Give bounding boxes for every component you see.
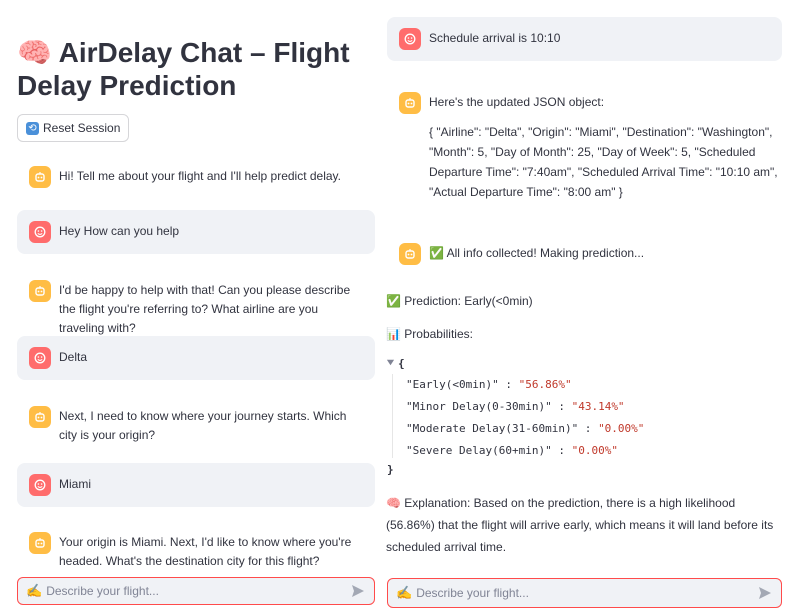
chat-message-user: Delta [17, 336, 375, 380]
message-text: ✅ All info collected! Making prediction.… [429, 246, 645, 260]
prediction-explanation: 🧠 Explanation: Based on the prediction, … [386, 496, 774, 554]
chat-message-assistant: Next, I need to know where your journey … [17, 400, 375, 451]
json-value: "56.86%" [518, 378, 572, 391]
json-close-brace: } [387, 463, 394, 476]
json-key: "Severe Delay(60+min)" [406, 444, 552, 457]
describe-flight-input[interactable] [46, 584, 350, 598]
robot-face-icon [29, 166, 51, 188]
caret-down-icon[interactable] [386, 358, 395, 367]
chat-message-user: Hey How can you help [17, 210, 375, 254]
message-text: Your origin is Miami. Next, I'd like to … [59, 535, 352, 568]
json-object-text: { "Airline": "Delta", "Origin": "Miami",… [429, 125, 778, 199]
smiley-face-icon [399, 28, 421, 50]
prediction-result: ✅ Prediction: Early(<0min) [386, 294, 533, 308]
smiley-face-icon [29, 347, 51, 369]
chat-message-assistant: Hi! Tell me about your flight and I'll h… [17, 160, 375, 194]
robot-face-icon [29, 406, 51, 428]
robot-face-icon [29, 280, 51, 302]
chat-message-assistant: Your origin is Miami. Next, I'd like to … [17, 526, 375, 577]
message-text: Hey How can you help [59, 224, 180, 238]
message-text: I'd be happy to help with that! Can you … [59, 283, 351, 335]
writing-hand-icon: ✍️ [396, 585, 413, 600]
json-value: "0.00%" [571, 444, 618, 457]
describe-flight-input[interactable] [416, 586, 757, 600]
smiley-face-icon [29, 474, 51, 496]
chat-message-assistant: I'd be happy to help with that! Can you … [17, 274, 375, 344]
refresh-icon: ⟲ [26, 121, 39, 135]
send-icon[interactable] [350, 583, 366, 599]
chat-message-user: Miami [17, 463, 375, 507]
json-key: "Early(<0min)" [406, 378, 499, 391]
json-open-brace: { [398, 357, 405, 370]
json-row: "Early(<0min)" : "56.86%" [406, 378, 572, 391]
json-value: "43.14%" [571, 400, 625, 413]
json-key: "Moderate Delay(31-60min)" [406, 422, 579, 435]
chat-message-assistant: ✅ All info collected! Making prediction.… [387, 241, 782, 267]
robot-face-icon [29, 532, 51, 554]
message-text: Miami [59, 477, 91, 491]
smiley-face-icon [29, 221, 51, 243]
left-chat-pane: 🧠 AirDelay Chat – Flight Delay Predictio… [0, 0, 380, 616]
json-row: "Moderate Delay(31-60min)" : "0.00%" [406, 422, 645, 435]
chat-input-right[interactable]: ✍️ [387, 578, 782, 608]
robot-face-icon [399, 92, 421, 114]
message-text: Schedule arrival is 10:10 [429, 31, 561, 45]
page-title: 🧠 AirDelay Chat – Flight Delay Predictio… [17, 37, 350, 101]
message-text: Here's the updated JSON object: [429, 95, 605, 109]
chat-message-user: Schedule arrival is 10:10 [387, 17, 782, 61]
chat-input-left[interactable]: ✍️ [17, 577, 375, 605]
json-indent-rule [392, 374, 393, 458]
chat-message-assistant: Here's the updated JSON object: { "Airli… [387, 90, 782, 204]
message-text: Hi! Tell me about your flight and I'll h… [59, 169, 341, 183]
reset-session-label: Reset Session [43, 121, 121, 135]
probabilities-heading: 📊 Probabilities: [386, 327, 473, 341]
send-icon[interactable] [757, 585, 773, 601]
json-key: "Minor Delay(0-30min)" [406, 400, 552, 413]
reset-session-button[interactable]: ⟲ Reset Session [17, 114, 130, 142]
writing-hand-icon: ✍️ [26, 583, 43, 598]
json-row: "Minor Delay(0-30min)" : "43.14%" [406, 400, 625, 413]
json-value: "0.00%" [598, 422, 645, 435]
message-text: Delta [59, 350, 88, 364]
robot-face-icon [399, 243, 421, 265]
json-row: "Severe Delay(60+min)" : "0.00%" [406, 444, 618, 457]
message-text: Next, I need to know where your journey … [59, 409, 347, 442]
